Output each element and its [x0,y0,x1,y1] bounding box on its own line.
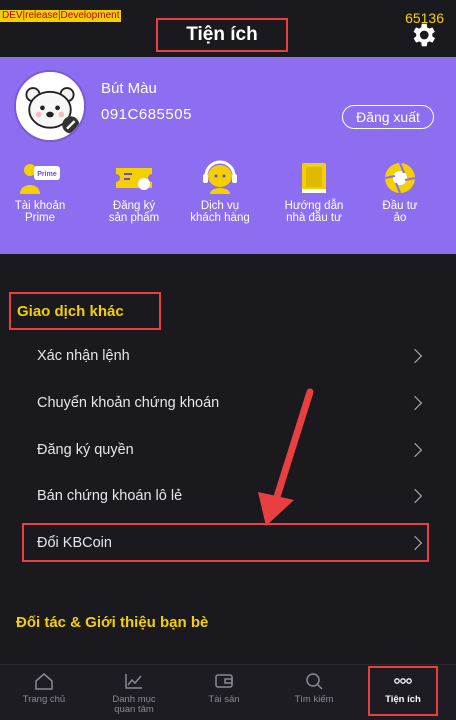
menu-item-sell-odd-lot[interactable]: Bán chứng khoán lô lẻ [0,473,456,519]
user-account-id: 091C685505 [101,106,192,123]
chevron-right-icon [407,348,423,364]
home-icon [35,673,53,690]
menu-item-label: Chuyển khoản chứng khoán [37,395,220,411]
avatar[interactable] [14,70,86,142]
logout-button[interactable]: Đăng xuất [342,105,434,129]
chevron-right-icon [407,442,423,458]
aperture-icon [384,162,416,194]
chevron-right-icon [407,395,423,411]
page-title-text: Tiện ích [186,24,258,45]
quick-action-virtual-investment[interactable]: Đầu tư ảo [360,160,440,224]
menu-item-label: Bán chứng khoán lô lẻ [37,488,183,504]
search-icon [306,673,323,690]
section-title-other-transactions: Giao dịch khác [9,292,161,330]
highlight-box-kbcoin [22,523,429,562]
quick-action-label: Tài khoản Prime [14,200,66,224]
gear-icon[interactable] [408,20,438,50]
quick-action-prime[interactable]: Prime Tài khoản Prime [0,160,80,224]
dev-build-tag: DEV|release|Development [0,10,122,22]
quick-action-register-product[interactable]: Đăng ký sản phẩm [94,160,174,224]
menu-item-label: Đăng ký quyền [37,442,134,458]
user-name: Bút Màu [101,80,157,97]
quick-action-label: Đăng ký sản phẩm [108,200,160,224]
headset-support-icon [203,160,237,194]
tab-label: Tìm kiếm [294,694,334,705]
wallet-icon [215,674,233,688]
quick-action-label: Dịch vụ khách hàng [190,200,250,224]
quick-action-investor-guide[interactable]: Hướng dẫn nhà đầu tư [274,160,354,224]
tab-label: Tài sản [208,694,240,705]
quick-action-customer-service[interactable]: Dịch vụ khách hàng [180,160,260,224]
tab-assets[interactable]: Tài sản [184,671,264,705]
logout-label: Đăng xuất [356,109,420,125]
highlight-box-utilities-tab [368,666,438,716]
bear-avatar-icon [16,72,84,140]
tab-home[interactable]: Trang chủ [4,671,84,705]
prime-account-icon: Prime [20,164,60,194]
menu-item-label: Xác nhận lệnh [37,348,130,364]
book-icon [302,163,326,193]
tab-watchlist[interactable]: Danh mục quan tâm [94,671,174,715]
chart-icon [125,674,142,689]
app-header: DEV|release|Development 65136 Tiện ích [0,0,456,60]
tab-search[interactable]: Tìm kiếm [274,671,354,705]
ticket-icon [116,168,152,190]
tab-label: Danh mục quan tâm [112,694,156,715]
menu-item-register-rights[interactable]: Đăng ký quyền [0,427,456,473]
page-title: Tiện ích [156,18,288,52]
menu-item-order-confirmation[interactable]: Xác nhận lệnh [0,333,456,379]
quick-action-label: Đầu tư ảo [382,200,418,224]
tab-label: Trang chủ [22,694,66,705]
chevron-right-icon [407,488,423,504]
menu-item-stock-transfer[interactable]: Chuyển khoản chứng khoán [0,380,456,426]
section-title-partners: Đối tác & Giới thiệu bạn bè [16,614,209,631]
section-title-text: Giao dịch khác [17,302,124,320]
quick-action-label: Hướng dẫn nhà đầu tư [284,200,344,224]
svg-text:Prime: Prime [37,171,57,178]
